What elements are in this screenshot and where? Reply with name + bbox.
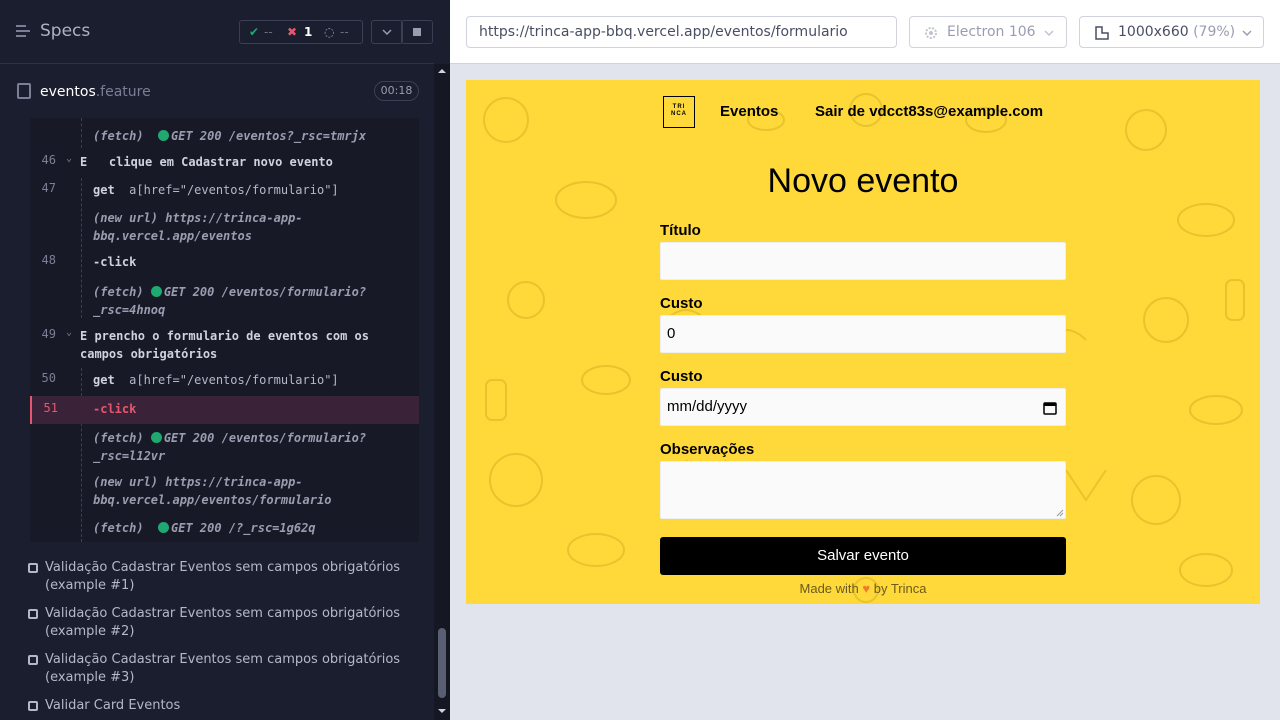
url-bar[interactable]: https://trinca-app-bbq.vercel.app/evento… [466,16,897,48]
checkbox-icon [28,655,38,665]
observacoes-textarea[interactable] [660,461,1066,519]
status-dot [150,286,162,297]
spec-file-header: eventos.feature 00:18 [0,65,434,118]
status-dot [150,432,162,443]
specs-header: Specs ✔ -- ✖ 1 ◌ -- [0,0,434,64]
heart-icon: ♥ [862,581,871,596]
check-icon: ✔ [249,25,260,39]
failed-count: 1 [304,25,313,39]
checkbox-icon [28,609,38,619]
aut-panel: https://trinca-app-bbq.vercel.app/evento… [450,0,1280,720]
specs-label[interactable]: Specs [40,21,90,41]
observacoes-label: Observações [660,441,755,458]
reporter-scrollbar[interactable] [434,64,450,720]
app-navbar: TRI NCA Eventos Sair de vdcct83s@example… [663,96,1063,128]
stop-icon [413,28,421,36]
save-event-button[interactable]: Salvar evento [660,537,1066,575]
scroll-up-icon[interactable] [434,66,450,76]
page-title: Novo evento [767,162,959,200]
custo-label: Custo [660,295,703,312]
spec-file-name: eventos.feature [40,84,151,100]
browser-label: Electron 106 [947,24,1036,40]
titulo-label: Título [660,222,701,239]
duration-badge: 00:18 [374,81,419,101]
viewport-label: 1000x660 (79%) [1118,24,1236,40]
nav-eventos-link[interactable]: Eventos [720,103,778,120]
scroll-down-icon[interactable] [434,706,450,716]
calendar-icon[interactable] [1043,401,1057,415]
titulo-input[interactable] [660,242,1066,280]
chevron-down-icon[interactable]: ⌄ [66,327,72,338]
expand-button[interactable] [371,20,403,44]
app-viewport: TRI NCA Eventos Sair de vdcct83s@example… [466,80,1260,604]
trinca-logo[interactable]: TRI NCA [663,96,695,128]
checkbox-icon [28,563,38,573]
pending-count: -- [340,25,349,39]
resize-handle-icon[interactable] [1056,509,1064,517]
passed-count: -- [264,25,273,39]
aut-header: https://trinca-app-bbq.vercel.app/evento… [450,0,1280,64]
data-label: Custo [660,368,703,385]
viewport-selector[interactable]: 1000x660 (79%) [1079,16,1264,48]
status-dot [158,522,170,533]
stop-button[interactable] [401,20,433,44]
menu-icon[interactable] [16,24,32,38]
test-item[interactable]: Validação Cadastrar Eventos sem campos o… [28,651,408,687]
pending-icon: ◌ [324,25,335,39]
chevron-down-icon [382,29,392,36]
gear-icon [925,27,937,39]
scrollbar-thumb[interactable] [438,628,446,698]
browser-selector[interactable]: Electron 106 [909,16,1067,48]
footer-text: Made with ♥ by Trinca [799,581,927,596]
checkbox-icon [28,701,38,711]
test-item[interactable]: Validar Card Eventos [28,697,408,715]
command-log: (fetch) GET 200 /eventos?_rsc=tmrjx 46 ⌄… [30,118,419,542]
logout-link[interactable]: Sair de vdcct83s@example.com [815,103,1043,120]
status-dot [158,130,170,141]
chevron-down-icon [1044,30,1054,37]
custo-input[interactable]: 0 [660,315,1066,353]
stats-box: ✔ -- ✖ 1 ◌ -- [239,20,363,44]
x-icon: ✖ [287,25,298,39]
test-item[interactable]: Validação Cadastrar Eventos sem campos o… [28,559,408,595]
ruler-icon [1095,26,1109,40]
reporter-panel: Specs ✔ -- ✖ 1 ◌ -- eventos.feature 00:1… [0,0,450,720]
command-row-active[interactable]: 51 -click [30,396,419,424]
date-input[interactable]: mm/dd/yyyy [660,388,1066,426]
chevron-down-icon [1242,30,1252,37]
chevron-down-icon[interactable]: ⌄ [66,153,72,164]
file-icon [17,83,31,99]
test-item[interactable]: Validação Cadastrar Eventos sem campos o… [28,605,408,641]
